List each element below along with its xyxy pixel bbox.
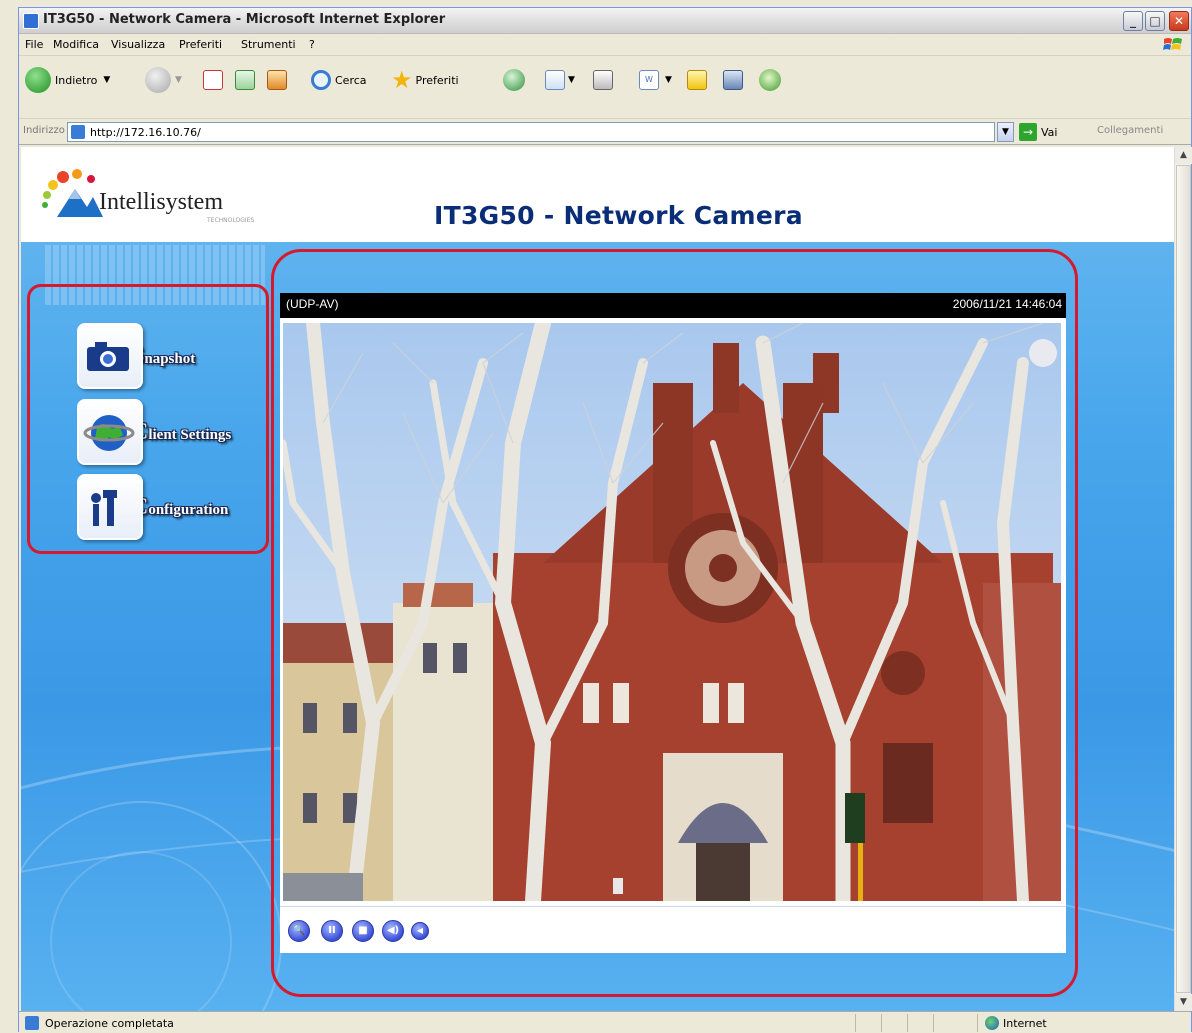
history-icon [503,69,525,91]
snapshot-button[interactable]: Snapshot [77,323,195,389]
favorites-star-icon: ★ [391,66,413,94]
address-label: Indirizzo [23,125,65,136]
forward-dropdown-icon[interactable]: ▼ [175,75,182,85]
search-button[interactable]: Cerca [311,65,367,95]
back-dropdown-icon[interactable]: ▼ [103,75,110,85]
note-icon [687,70,707,90]
discuss-button[interactable] [687,65,707,95]
status-divider [933,1014,934,1032]
client-settings-button[interactable]: Client Settings [77,399,231,465]
research-button[interactable] [723,65,743,95]
favorites-label: Preferiti [415,73,459,87]
pause-icon[interactable]: II [321,920,343,942]
windows-logo-icon [1163,38,1182,50]
live-video-image[interactable] [283,323,1061,901]
edit-dropdown-icon[interactable]: ▼ [665,75,672,85]
status-divider [881,1014,882,1032]
logo-subtext: TECHNOLOGIES [207,217,255,224]
status-bar: Operazione completata Internet [19,1011,1191,1033]
standard-toolbar: Indietro ▼ ▼ Cerca ★ Preferiti ▼ W ▼ [19,57,1191,119]
address-url[interactable]: http://172.16.10.76/ [90,126,201,139]
history-button[interactable] [503,65,525,95]
menu-strumenti[interactable]: Strumenti [241,38,296,51]
address-bar: Indirizzo http://172.16.10.76/ ▼ → Vai C… [19,119,1191,145]
forward-arrow-icon [145,67,171,93]
maximize-button[interactable]: □ [1145,11,1165,31]
stop-icon [203,70,223,90]
menu-modifica[interactable]: Modifica [53,38,99,51]
ie-page-icon [23,13,39,29]
video-control-bar: 🔍 II ■ ◀) ◀ [280,906,1066,953]
mail-icon [545,70,565,90]
home-button[interactable] [267,65,287,95]
go-arrow-icon: → [1019,123,1037,141]
camera-icon [77,323,143,389]
menu-help[interactable]: ? [309,38,315,51]
menu-visualizza[interactable]: Visualizza [111,38,165,51]
tools-icon [77,474,143,540]
vertical-scrollbar[interactable]: ▲ ▼ [1174,147,1192,1011]
mail-dropdown-icon[interactable]: ▼ [568,75,575,85]
security-zone: Internet [1003,1017,1047,1030]
page-done-icon [25,1016,39,1030]
scroll-down-icon[interactable]: ▼ [1175,994,1192,1011]
go-button[interactable]: → Vai [1019,122,1057,142]
links-label[interactable]: Collegamenti [1097,125,1163,136]
close-button[interactable]: ✕ [1169,11,1189,31]
stop-button[interactable] [203,65,223,95]
page-header: Intellisystem TECHNOLOGIES IT3G50 - Netw… [21,147,1174,242]
video-frame [280,318,1066,906]
status-text: Operazione completata [45,1017,174,1030]
title-bar: IT3G50 - Network Camera - Microsoft Inte… [19,8,1191,34]
status-divider [855,1014,856,1032]
mute-icon[interactable]: ◀ [411,922,429,940]
internet-zone-icon [985,1016,999,1030]
print-button[interactable] [593,65,613,95]
mail-button[interactable]: ▼ [545,65,575,95]
page-title: IT3G50 - Network Camera [434,201,803,230]
messenger-icon [759,69,781,91]
minimize-button[interactable]: _ [1123,11,1143,31]
stream-mode: (UDP-AV) [286,297,339,311]
zoom-icon[interactable]: 🔍 [288,920,310,942]
print-icon [593,70,613,90]
back-button[interactable]: Indietro ▼ [25,65,110,95]
logo-text: Intellisystem [99,189,223,215]
menu-bar: File Modifica Visualizza Preferiti Strum… [19,34,1191,56]
status-divider [907,1014,908,1032]
globe-icon [77,399,143,465]
research-icon [723,70,743,90]
home-icon [267,70,287,90]
page-content: Intellisystem TECHNOLOGIES IT3G50 - Netw… [21,147,1174,1011]
address-dropdown-icon[interactable]: ▼ [997,122,1014,142]
search-icon [311,70,331,90]
scroll-up-icon[interactable]: ▲ [1175,147,1192,164]
status-divider [977,1014,978,1032]
menu-preferiti[interactable]: Preferiti [179,38,222,51]
edit-button[interactable]: W ▼ [639,65,672,95]
client-settings-label: Client Settings [131,419,232,445]
search-label: Cerca [335,73,367,87]
video-caption-bar: (UDP-AV) 2006/11/21 14:46:04 [280,293,1066,318]
scrollbar-thumb[interactable] [1176,165,1191,993]
refresh-icon [235,70,255,90]
video-timestamp: 2006/11/21 14:46:04 [952,297,1062,311]
favorites-button[interactable]: ★ Preferiti [391,65,459,95]
back-arrow-icon [25,67,51,93]
address-input[interactable]: http://172.16.10.76/ [67,122,995,142]
stop-icon[interactable]: ■ [352,920,374,942]
volume-icon[interactable]: ◀) [382,920,404,942]
refresh-button[interactable] [235,65,255,95]
go-label: Vai [1041,125,1058,139]
window-title: IT3G50 - Network Camera - Microsoft Inte… [43,12,446,27]
page-icon [71,125,85,139]
word-edit-icon: W [639,70,659,90]
messenger-button[interactable] [759,65,781,95]
configuration-label: Configuration [131,494,229,520]
forward-button[interactable]: ▼ [145,65,182,95]
back-label: Indietro [55,73,98,87]
configuration-button[interactable]: Configuration [77,474,228,540]
browser-window: IT3G50 - Network Camera - Microsoft Inte… [18,7,1192,1033]
menu-file[interactable]: File [25,38,43,51]
